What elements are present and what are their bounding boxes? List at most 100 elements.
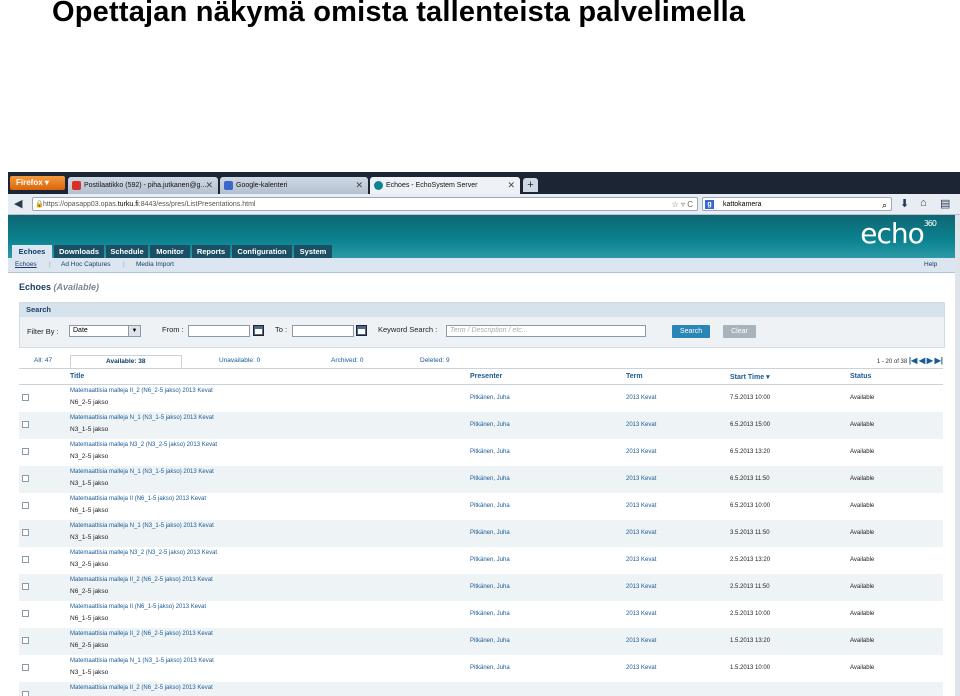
table-row[interactable]: Matemaattisia malleja II_2 (N6_2-5 jakso… [19, 628, 943, 655]
presenter-link[interactable]: Pitkänen, Juha [470, 476, 510, 482]
recording-title-link[interactable]: Matemaattisia malleja N3_2 (N3_2-5 jakso… [70, 550, 217, 556]
presenter-link[interactable]: Pitkänen, Juha [470, 449, 510, 455]
row-checkbox[interactable] [22, 421, 29, 428]
presenter-link[interactable]: Pitkänen, Juha [470, 584, 510, 590]
status-tab-deleted[interactable]: Deleted: 9 [420, 357, 450, 364]
tab-echoes[interactable]: Echoes [12, 245, 52, 259]
table-row[interactable]: Matemaattisia malleja II_2 (N6_2-5 jakso… [19, 682, 943, 696]
recording-title-link[interactable]: Matemaattisia malleja II_2 (N6_2-5 jakso… [70, 388, 213, 394]
firefox-menu-button[interactable]: Firefox ▾ [10, 176, 65, 190]
calendar-icon[interactable] [356, 325, 367, 336]
presenter-link[interactable]: Pitkänen, Juha [470, 638, 510, 644]
status-tab-archived[interactable]: Archived: 0 [331, 357, 364, 364]
bookmark-icon[interactable]: ▤ [940, 197, 950, 210]
term-link[interactable]: 2013 Kevat [626, 395, 656, 401]
table-row[interactable]: Matemaattisia malleja N3_2 (N3_2-5 jakso… [19, 547, 943, 574]
term-link[interactable]: 2013 Kevat [626, 449, 656, 455]
term-link[interactable]: 2013 Kevat [626, 638, 656, 644]
table-row[interactable]: Matemaattisia malleja N_1 (N3_1-5 jakso)… [19, 412, 943, 439]
row-checkbox[interactable] [22, 502, 29, 509]
address-bar[interactable]: 🔒 https://opasapp03.opas.turku.fi:8443/e… [32, 197, 698, 211]
browser-search-field[interactable]: g kattokamera ⌕ [702, 197, 892, 211]
to-date-input[interactable] [292, 325, 354, 337]
prev-page-icon[interactable]: ◀ [919, 356, 925, 365]
subtab-ad-hoc-captures[interactable]: Ad Hoc Captures [61, 258, 111, 272]
row-checkbox[interactable] [22, 583, 29, 590]
column-term[interactable]: Term [626, 373, 643, 380]
row-checkbox[interactable] [22, 637, 29, 644]
recording-title-link[interactable]: Matemaattisia malleja N_1 (N3_1-5 jakso)… [70, 658, 214, 664]
browser-tab-echo[interactable]: Echoes - EchoSystem Server ✕ [370, 177, 520, 194]
status-tab-unavailable[interactable]: Unavailable: 0 [219, 357, 260, 364]
back-arrow-icon[interactable]: ◀ [14, 197, 22, 210]
table-row[interactable]: Matemaattisia malleja II_2 (N6_2-5 jakso… [19, 574, 943, 601]
home-icon[interactable]: ⌂ [920, 197, 927, 209]
presenter-link[interactable]: Pitkänen, Juha [470, 557, 510, 563]
presenter-link[interactable]: Pitkänen, Juha [470, 665, 510, 671]
recording-title-link[interactable]: Matemaattisia malleja II_2 (N6_2-5 jakso… [70, 577, 213, 583]
subtab-media-import[interactable]: Media Import [136, 258, 174, 272]
row-checkbox[interactable] [22, 529, 29, 536]
clear-button[interactable]: Clear [723, 325, 756, 338]
presenter-link[interactable]: Pitkänen, Juha [470, 611, 510, 617]
recording-title-link[interactable]: Matemaattisia malleja N_1 (N3_1-5 jakso)… [70, 415, 214, 421]
close-icon[interactable]: ✕ [205, 177, 213, 194]
search-icon[interactable]: ⌕ [882, 198, 887, 212]
presenter-link[interactable]: Pitkänen, Juha [470, 395, 510, 401]
row-checkbox[interactable] [22, 610, 29, 617]
table-row[interactable]: Matemaattisia malleja N_1 (N3_1-5 jakso)… [19, 655, 943, 682]
recording-title-link[interactable]: Matemaattisia malleja N_1 (N3_1-5 jakso)… [70, 469, 214, 475]
filter-select[interactable]: Date ▼ [69, 325, 141, 337]
tab-configuration[interactable]: Configuration [232, 245, 292, 258]
tab-downloads[interactable]: Downloads [54, 245, 104, 258]
column-status[interactable]: Status [850, 373, 871, 380]
term-link[interactable]: 2013 Kevat [626, 422, 656, 428]
presenter-link[interactable]: Pitkänen, Juha [470, 422, 510, 428]
status-tab-available[interactable]: Available: 38 [70, 355, 182, 368]
term-link[interactable]: 2013 Kevat [626, 530, 656, 536]
table-row[interactable]: Matemaattisia malleja N_1 (N3_1-5 jakso)… [19, 466, 943, 493]
bookmark-star-icon[interactable]: ☆ ▿ C [672, 198, 693, 212]
column-presenter[interactable]: Presenter [470, 373, 502, 380]
close-icon[interactable]: ✕ [355, 177, 363, 194]
tab-system[interactable]: System [294, 245, 332, 258]
term-link[interactable]: 2013 Kevat [626, 476, 656, 482]
row-checkbox[interactable] [22, 475, 29, 482]
scrollbar[interactable] [955, 215, 960, 696]
row-checkbox[interactable] [22, 556, 29, 563]
calendar-icon[interactable] [253, 325, 264, 336]
recording-title-link[interactable]: Matemaattisia malleja N3_2 (N3_2-5 jakso… [70, 442, 217, 448]
presenter-link[interactable]: Pitkänen, Juha [470, 503, 510, 509]
recording-title-link[interactable]: Matemaattisia malleja II_2 (N6_2-5 jakso… [70, 631, 213, 637]
row-checkbox[interactable] [22, 448, 29, 455]
new-tab-button[interactable]: + [523, 178, 538, 192]
table-row[interactable]: Matemaattisia malleja II_2 (N6_2-5 jakso… [19, 385, 943, 412]
keyword-search-input[interactable]: Term / Description / etc... [446, 325, 646, 337]
row-checkbox[interactable] [22, 394, 29, 401]
tab-reports[interactable]: Reports [192, 245, 230, 258]
presenter-link[interactable]: Pitkänen, Juha [470, 530, 510, 536]
column-title[interactable]: Title [70, 373, 84, 380]
last-page-icon[interactable]: ▶| [935, 356, 943, 365]
search-button[interactable]: Search [672, 325, 710, 338]
close-icon[interactable]: ✕ [507, 177, 515, 194]
tab-monitor[interactable]: Monitor [150, 245, 190, 258]
next-page-icon[interactable]: ▶ [927, 356, 933, 365]
browser-tab-calendar[interactable]: Google-kalenteri ✕ [220, 177, 368, 194]
term-link[interactable]: 2013 Kevat [626, 503, 656, 509]
term-link[interactable]: 2013 Kevat [626, 665, 656, 671]
subtab-echoes[interactable]: Echoes [15, 258, 37, 272]
recording-title-link[interactable]: Matemaattisia malleja II (N6_1-5 jakso) … [70, 496, 206, 502]
first-page-icon[interactable]: |◀ [909, 356, 917, 365]
browser-tab-gmail[interactable]: Postilaatikko (592) - piha.jutkanen@g...… [68, 177, 218, 194]
table-row[interactable]: Matemaattisia malleja N_1 (N3_1-5 jakso)… [19, 520, 943, 547]
row-checkbox[interactable] [22, 664, 29, 671]
recording-title-link[interactable]: Matemaattisia malleja II_2 (N6_2-5 jakso… [70, 685, 213, 691]
recording-title-link[interactable]: Matemaattisia malleja N_1 (N3_1-5 jakso)… [70, 523, 214, 529]
status-tab-all[interactable]: All: 47 [34, 357, 52, 364]
tab-schedule[interactable]: Schedule [106, 245, 148, 258]
term-link[interactable]: 2013 Kevat [626, 611, 656, 617]
table-row[interactable]: Matemaattisia malleja II (N6_1-5 jakso) … [19, 601, 943, 628]
help-link[interactable]: Help [924, 258, 937, 272]
table-row[interactable]: Matemaattisia malleja II (N6_1-5 jakso) … [19, 493, 943, 520]
